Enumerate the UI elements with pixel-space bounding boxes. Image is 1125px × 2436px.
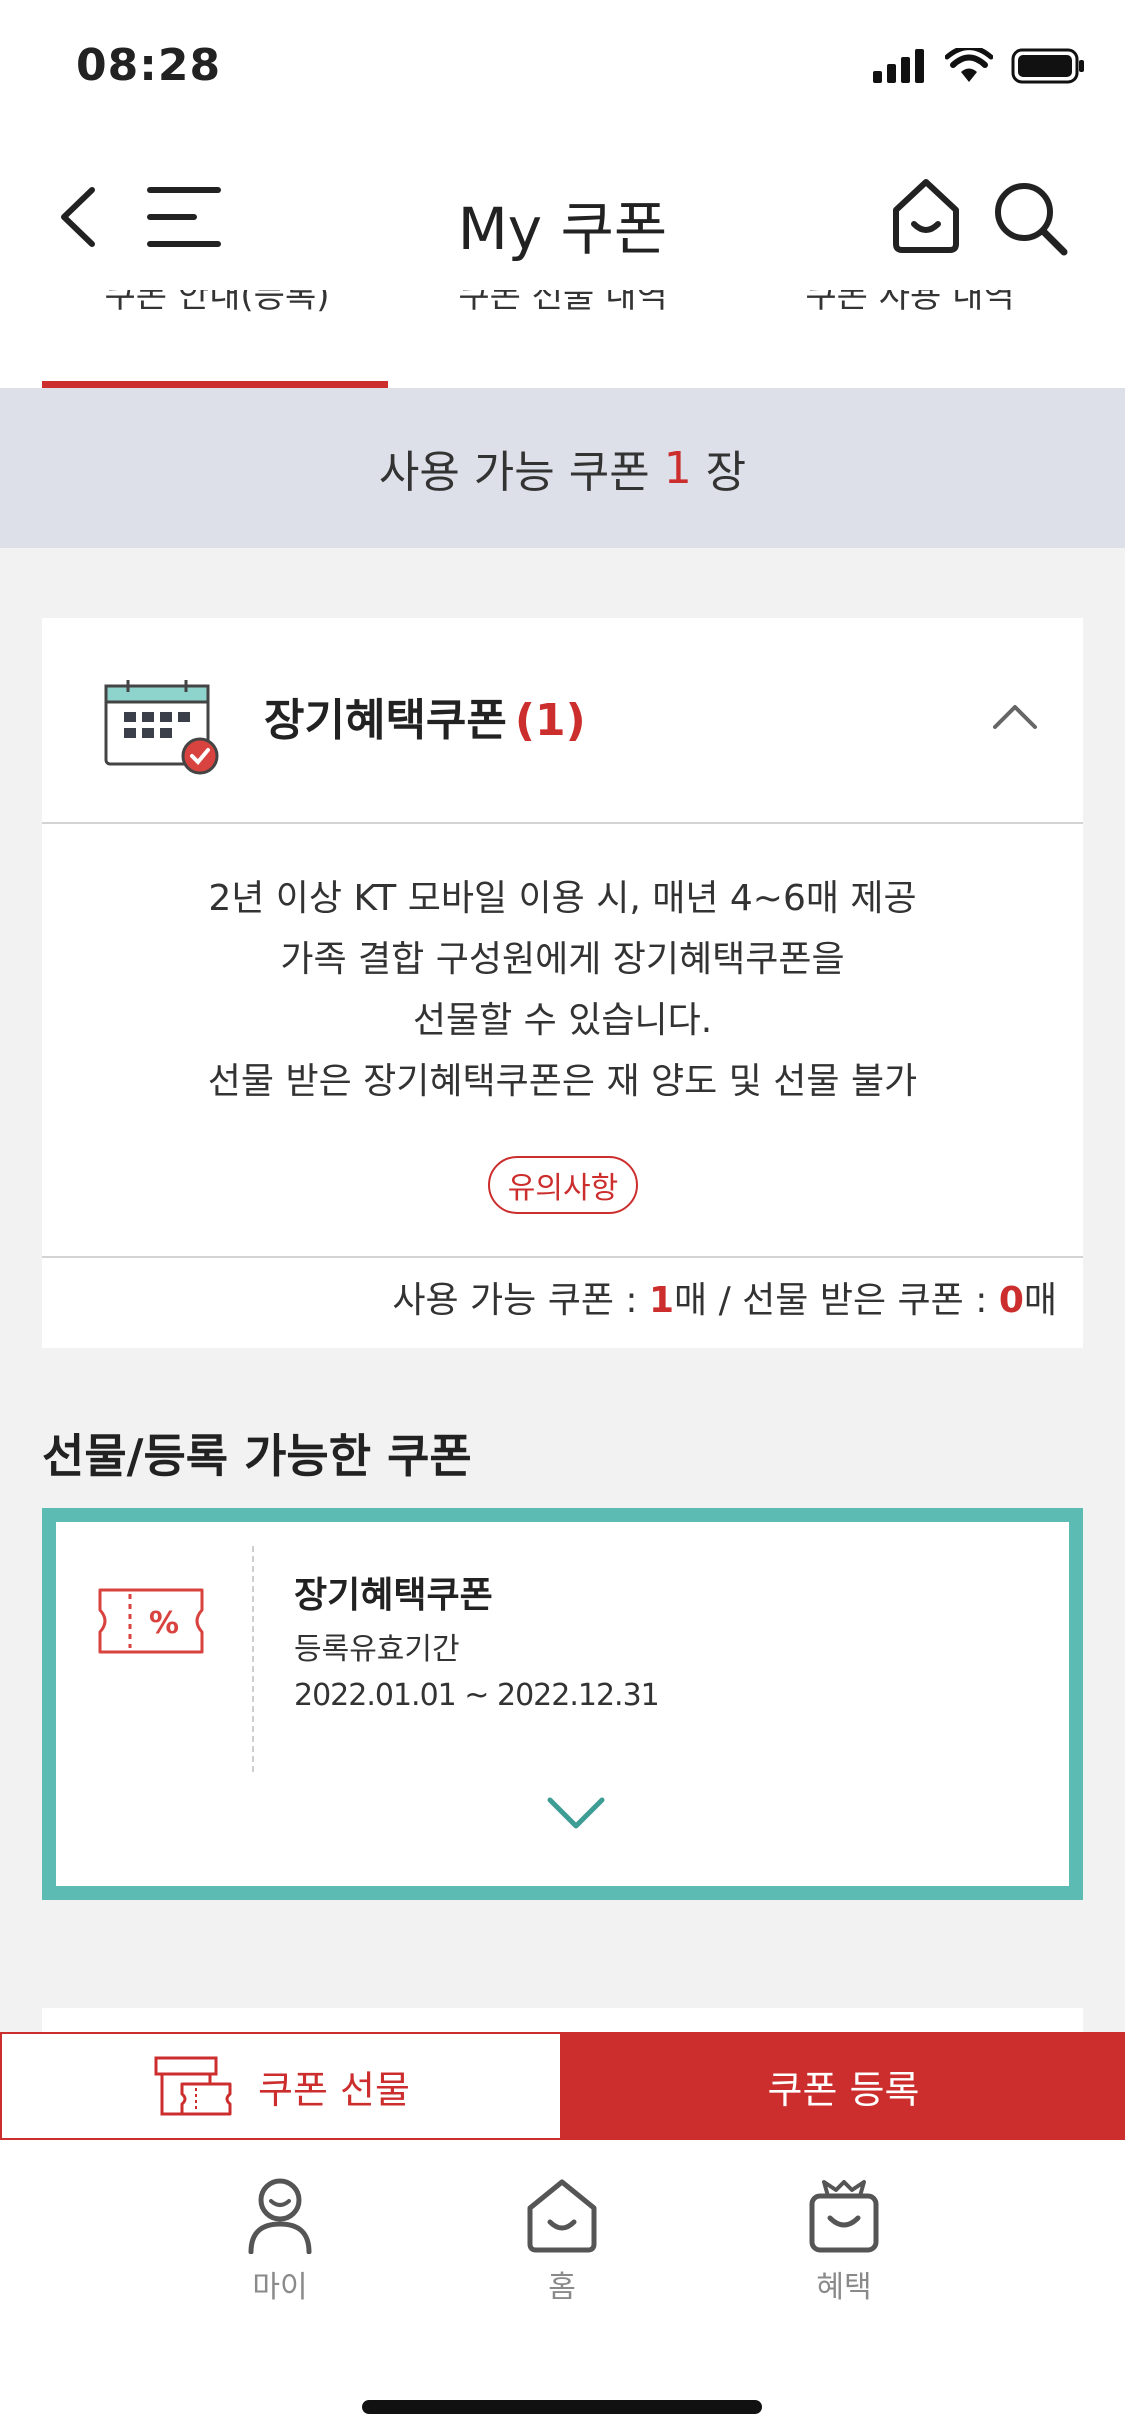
- tab-bar-label: 혜택: [816, 2270, 872, 2305]
- gift-coupon-label: 쿠폰 선물: [258, 2067, 410, 2112]
- gift-coupon-icon: [154, 2056, 232, 2116]
- svg-text:%: %: [149, 1606, 179, 1641]
- received-unit: 매: [1023, 1280, 1057, 1321]
- bottom-tab-bar: 마이 홈 혜택: [0, 2140, 1125, 2436]
- chevron-down-icon[interactable]: [546, 1794, 606, 1834]
- description-line: 선물 받은 장기혜택쿠폰은 재 양도 및 선물 불가: [207, 1061, 918, 1102]
- home-icon[interactable]: [888, 176, 964, 256]
- banner-count: 1: [663, 442, 692, 494]
- available-count: 1: [648, 1280, 675, 1321]
- received-count: 0: [998, 1280, 1024, 1321]
- banner-prefix: 사용 가능 쿠폰: [378, 447, 664, 498]
- tab-usage-history[interactable]: 쿠폰 사용 내역: [735, 290, 1085, 317]
- search-icon[interactable]: [990, 178, 1070, 258]
- coupon-tabs: 쿠폰 안내(등록) 쿠폰 선물 내역 쿠폰 사용 내역: [0, 290, 1125, 388]
- tab-coupon-guide[interactable]: 쿠폰 안내(등록): [42, 290, 392, 317]
- coupon-group-description: 2년 이상 KT 모바일 이용 시, 매년 4~6매 제공 가족 결합 구성원에…: [42, 868, 1083, 1112]
- gift-icon: [809, 2180, 879, 2253]
- chevron-up-icon[interactable]: [992, 702, 1038, 730]
- available-label: 사용 가능 쿠폰 :: [392, 1280, 649, 1321]
- tab-gift-history[interactable]: 쿠폰 선물 내역: [388, 290, 738, 317]
- register-coupon-button[interactable]: 쿠폰 등록: [562, 2032, 1125, 2140]
- ticket-name: 장기혜택쿠폰: [294, 1575, 493, 1616]
- coupon-group-card: 장기혜택쿠폰 (1) 2년 이상 KT 모바일 이용 시, 매년 4~6매 제공 …: [42, 618, 1083, 1348]
- coupon-count-summary: 사용 가능 쿠폰 : 1매 / 선물 받은 쿠폰 : 0매: [42, 1256, 1083, 1348]
- description-line: 2년 이상 KT 모바일 이용 시, 매년 4~6매 제공: [208, 878, 917, 919]
- section-title: 선물/등록 가능한 쿠폰: [42, 1429, 472, 1483]
- tab-bar-label: 홈: [548, 2270, 576, 2305]
- coupon-group-name: 장기혜택쿠폰: [264, 695, 507, 746]
- status-bar: 08:28: [0, 0, 1125, 140]
- tab-bar-label: 마이: [252, 2270, 308, 2305]
- coupon-group-count: (1): [514, 695, 586, 746]
- ticket-divider: [252, 1546, 254, 1772]
- banner-suffix: 장: [691, 447, 747, 498]
- percent-ticket-icon: %: [98, 1588, 204, 1654]
- wifi-icon: [945, 48, 993, 82]
- coupon-group-header[interactable]: 장기혜택쿠폰 (1): [42, 618, 1083, 824]
- home-icon: [527, 2179, 597, 2253]
- calendar-icon: [104, 680, 219, 775]
- tab-bar-item-benefit[interactable]: 혜택: [764, 2176, 924, 2306]
- action-bar: 쿠폰 선물 쿠폰 등록: [0, 2032, 1125, 2140]
- available-unit: 매 / 선물 받은 쿠폰 :: [674, 1280, 999, 1321]
- gift-coupon-button[interactable]: 쿠폰 선물: [0, 2032, 562, 2140]
- ticket-period-label: 등록유효기간: [294, 1632, 460, 1667]
- status-time: 08:28: [76, 40, 222, 91]
- home-indicator: [362, 2400, 762, 2414]
- my-icon: [248, 2178, 312, 2254]
- ticket-period: 2022.01.01 ~ 2022.12.31: [294, 1678, 660, 1713]
- coupon-ticket[interactable]: % 장기혜택쿠폰 등록유효기간 2022.01.01 ~ 2022.12.31: [42, 1508, 1083, 1900]
- description-line: 선물할 수 있습니다.: [412, 1000, 713, 1041]
- notice-button[interactable]: 유의사항: [488, 1156, 638, 1214]
- description-line: 가족 결합 구성원에게 장기혜택쿠폰을: [280, 939, 845, 980]
- tab-bar-item-my[interactable]: 마이: [200, 2176, 360, 2306]
- status-icons: [873, 48, 1085, 84]
- battery-icon: [1011, 48, 1084, 84]
- active-tab-indicator: [42, 381, 388, 388]
- coupon-group-title: 장기혜택쿠폰 (1): [264, 684, 586, 748]
- available-coupon-banner: 사용 가능 쿠폰 1 장: [0, 388, 1125, 548]
- navigation-bar: My 쿠폰: [0, 140, 1125, 290]
- tab-bar-item-home[interactable]: 홈: [482, 2176, 642, 2306]
- signal-icon: [873, 49, 924, 83]
